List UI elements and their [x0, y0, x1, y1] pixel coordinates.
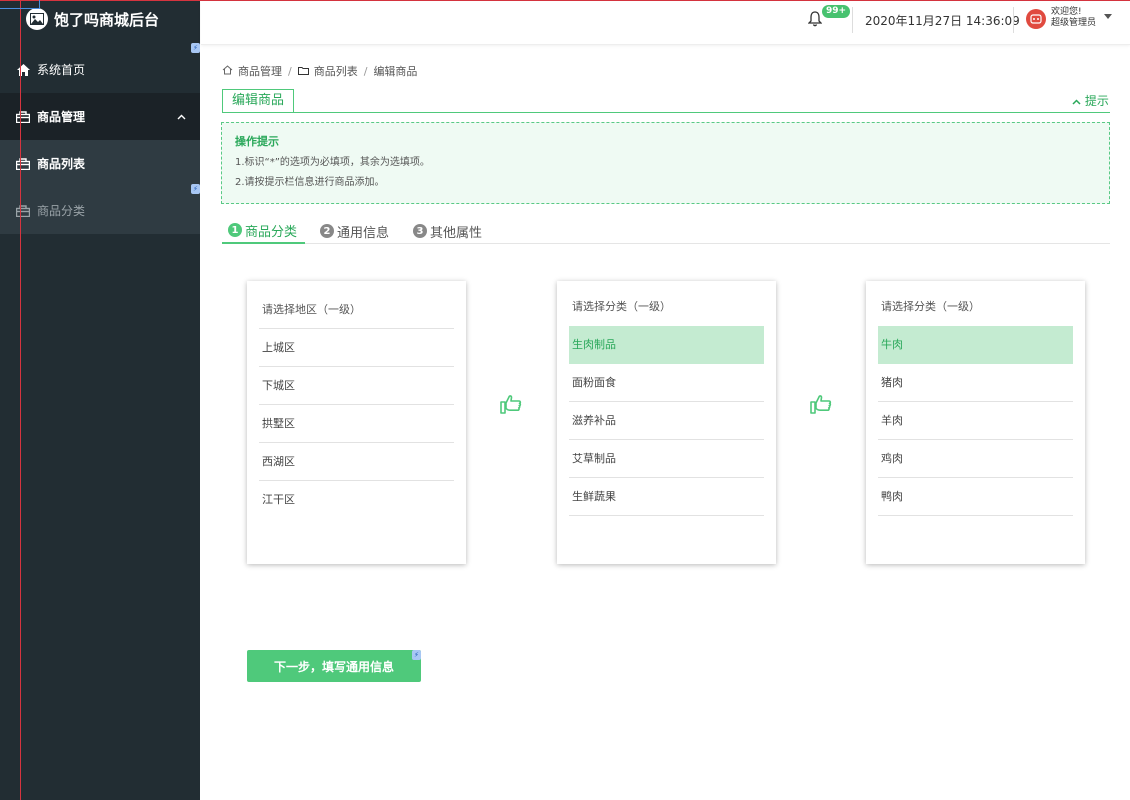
guide-box	[0, 0, 40, 9]
tip-line: 1.标识“*”的选项为必填项，其余为选填项。	[235, 157, 430, 168]
guide-line	[20, 0, 21, 800]
breadcrumb-item[interactable]: 商品列表	[314, 63, 358, 79]
step-number: 2	[320, 224, 334, 238]
chevron-up-icon	[1072, 94, 1085, 108]
sidebar-item-goods-list[interactable]: 商品列表	[0, 140, 200, 187]
sidebar: 饱了吗商城后台 系统首页 商品管理 商品列表 商品分类 ⚡ ⚡	[0, 0, 200, 800]
bolt-icon: ⚡	[191, 184, 200, 194]
chevron-up-icon	[177, 109, 186, 123]
list-item[interactable]: 艾草制品	[569, 440, 764, 478]
list-item[interactable]: 鸭肉	[878, 478, 1073, 516]
list-item[interactable]: 猪肉	[878, 364, 1073, 402]
page-title-tab[interactable]: 编辑商品	[222, 89, 295, 113]
pointing-hand-icon	[499, 392, 523, 416]
tip-toggle-label: 提示	[1084, 94, 1109, 108]
tip-line: 2.请按提示栏信息进行商品添加。	[235, 177, 385, 188]
breadcrumb-item: 编辑商品	[373, 65, 418, 78]
caret-down-icon[interactable]	[1104, 14, 1112, 19]
step-label: 其他属性	[430, 225, 483, 241]
home-outline-icon	[222, 64, 233, 78]
user-info[interactable]: 欢迎您! 超级管理员	[1051, 7, 1096, 29]
sidebar-item-goods-category[interactable]: 商品分类	[0, 187, 200, 234]
step-number: 3	[413, 224, 427, 238]
step-label: 商品分类	[245, 224, 298, 240]
subcategory-panel: 请选择分类（一级） 牛肉 猪肉 羊肉 鸡肉 鸭肉	[866, 281, 1085, 564]
category-panel: 请选择分类（一级） 生肉制品 面粉面食 滋养补品 艾草制品 生鲜蔬果	[557, 281, 776, 564]
list-item[interactable]: 上城区	[259, 329, 454, 367]
step-other-attributes[interactable]: 3 其他属性	[413, 218, 482, 244]
list-item-selected[interactable]: 牛肉	[878, 326, 1073, 364]
list-item[interactable]: 下城区	[259, 367, 454, 405]
step-category[interactable]: 1 商品分类	[222, 218, 306, 244]
list-item[interactable]: 拱墅区	[259, 405, 454, 443]
step-number: 1	[228, 223, 242, 237]
sidebar-item-label: 系统首页	[37, 63, 86, 77]
top-header: 99+ 2020年11月27日 14:36:09 欢迎您! 超级管理员	[201, 1, 1130, 45]
list-item[interactable]: 生鲜蔬果	[569, 478, 764, 516]
breadcrumb-separator: /	[288, 64, 292, 78]
panel-header: 请选择分类（一级）	[572, 300, 671, 313]
list-item[interactable]: 鸡肉	[878, 440, 1073, 478]
step-label: 通用信息	[337, 225, 390, 241]
sidebar-item-label: 商品列表	[37, 157, 86, 171]
sidebar-item-goods-management[interactable]: 商品管理	[0, 93, 200, 140]
region-panel: 请选择地区（一级） 上城区 下城区 拱墅区 西湖区 江干区	[247, 281, 466, 564]
list-item[interactable]: 江干区	[259, 481, 454, 519]
breadcrumb: 商品管理 / 商品列表 / 编辑商品	[222, 63, 417, 79]
breadcrumb-item[interactable]: 商品管理	[238, 63, 282, 79]
list-item[interactable]: 西湖区	[259, 443, 454, 481]
shop-icon	[16, 204, 30, 218]
list-item[interactable]: 面粉面食	[569, 364, 764, 402]
current-datetime: 2020年11月27日 14:36:09	[865, 14, 1020, 28]
notification-badge: 99+	[822, 5, 851, 18]
list-item[interactable]: 羊肉	[878, 402, 1073, 440]
folder-icon	[297, 65, 309, 78]
tip-toggle[interactable]: 提示	[1072, 92, 1109, 109]
breadcrumb-separator: /	[363, 64, 368, 78]
next-step-button[interactable]: 下一步，填写通用信息	[247, 650, 421, 682]
panel-header: 请选择地区（一级）	[259, 291, 454, 329]
home-icon	[16, 63, 30, 77]
step-general-info[interactable]: 2 通用信息	[320, 218, 389, 244]
title-underline	[222, 112, 1110, 113]
avatar[interactable]	[1026, 9, 1046, 29]
tips-title: 操作提示	[235, 135, 279, 148]
bolt-icon: ⚡	[191, 43, 200, 53]
shop-icon	[16, 110, 30, 124]
pointing-hand-icon	[809, 392, 833, 416]
list-item[interactable]: 滋养补品	[569, 402, 764, 440]
image-icon	[26, 8, 48, 30]
shop-icon	[16, 157, 30, 171]
bolt-icon: ⚡	[412, 650, 421, 660]
step-tabs: 1 商品分类 2 通用信息 3 其他属性	[222, 218, 1110, 244]
app-title: 饱了吗商城后台	[54, 10, 160, 29]
divider	[1013, 7, 1014, 33]
user-role: 超级管理员	[1051, 18, 1097, 28]
operation-tips: 操作提示 1.标识“*”的选项为必填项，其余为选填项。 2.请按提示栏信息进行商…	[221, 122, 1110, 204]
sidebar-item-home[interactable]: 系统首页	[0, 46, 200, 93]
sidebar-item-label: 商品分类	[37, 204, 86, 218]
sidebar-item-label: 商品管理	[37, 110, 86, 124]
list-item-selected[interactable]: 生肉制品	[569, 326, 764, 364]
welcome-text: 欢迎您!	[1051, 7, 1082, 17]
panel-header: 请选择分类（一级）	[881, 300, 980, 313]
divider	[852, 7, 853, 33]
